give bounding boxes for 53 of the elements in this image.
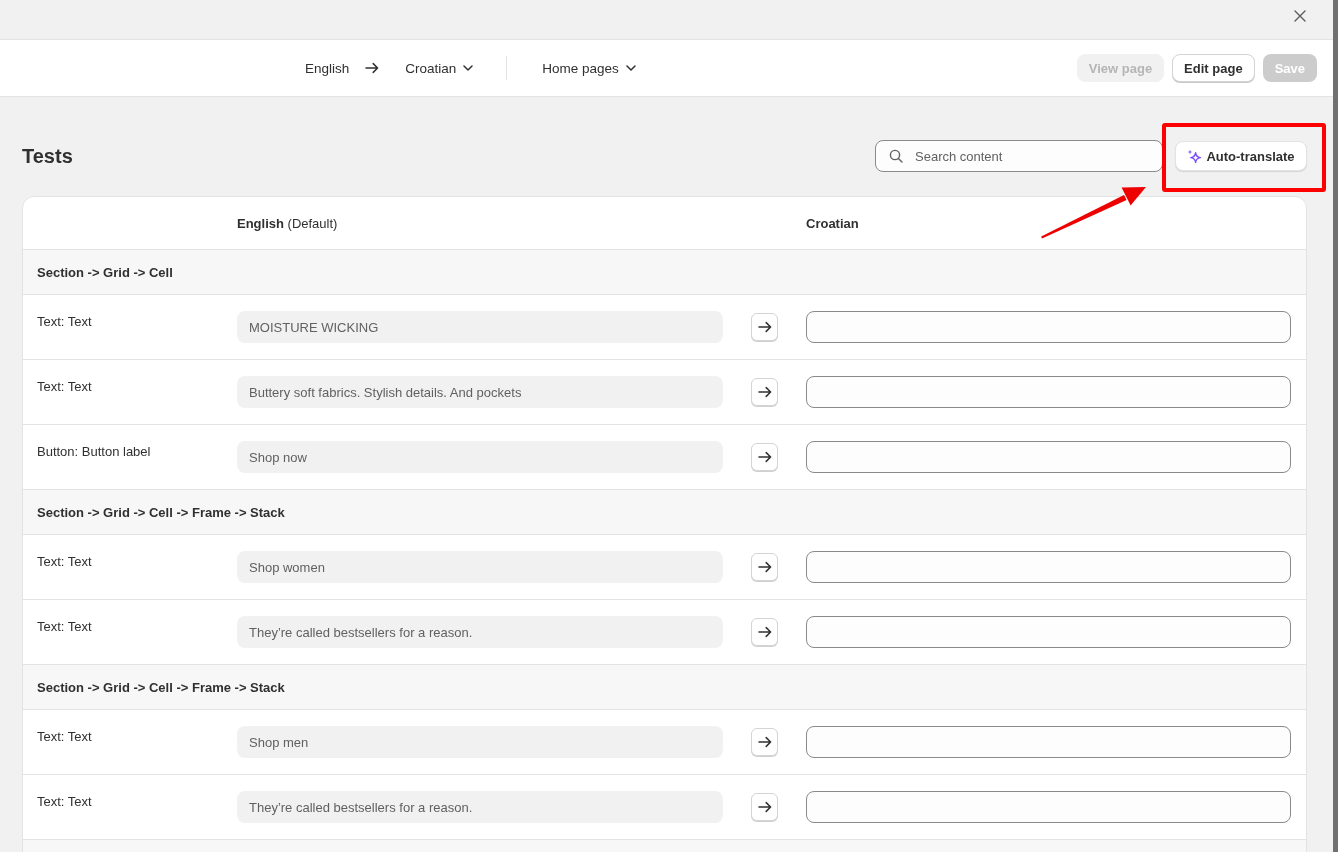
search-field[interactable]: Search content [875,140,1163,172]
column-header: English (Default) [237,215,339,231]
field-label: Text: Text [37,553,92,569]
section-title: Section -> Grid -> Cell -> Frame -> Stack [37,679,285,695]
search-icon [889,149,903,163]
source-field: Buttery soft fabrics. Stylish details. And pockets [237,376,723,408]
arrow-button[interactable] [751,793,778,821]
column-header: Croatian [806,215,860,231]
arrow-button[interactable] [751,618,778,646]
arrow-button[interactable] [751,313,778,341]
language-dropdown[interactable]: Croatian [405,60,474,76]
field-label: Text: Text [37,793,92,809]
arrow-right-icon [757,735,772,749]
translation-input[interactable] [806,441,1291,473]
arrow-button[interactable] [751,728,778,756]
source-field: Shop now [237,441,723,473]
translation-input[interactable] [806,551,1291,583]
field-label: Text: Text [37,378,92,394]
section-title: Section -> Grid -> Cell -> Frame -> Stack [37,504,285,520]
resource-dropdown[interactable]: Home pages [542,60,636,76]
sparkle-icon [1187,149,1202,163]
arrow-button[interactable] [751,443,778,471]
source-language: English [305,60,350,76]
field-label: Text: Text [37,313,92,329]
field-label: Text: Text [37,728,92,744]
arrow-right-icon [757,800,772,814]
source-field: MOISTURE WICKING [237,311,723,343]
field-label: Text: Text [37,618,92,634]
translation-input[interactable] [806,311,1291,343]
arrow-right-icon [757,450,772,464]
arrow-button[interactable] [751,378,778,406]
translation-input[interactable] [806,726,1291,758]
translation-input[interactable] [806,616,1291,648]
source-field: Shop women [237,551,723,583]
arrow-right-icon [757,385,772,399]
chevron-down-icon [463,65,474,71]
section-title: Section -> Grid -> Cell [37,264,173,280]
source-field: Shop men [237,726,723,758]
source-field: They’re called bestsellers for a reason. [237,791,723,823]
translation-input[interactable] [806,376,1291,408]
arrow-right-icon [757,320,772,334]
arrow-button[interactable] [751,553,778,581]
source-field: They’re called bestsellers for a reason. [237,616,723,648]
page-title: Tests [22,144,74,168]
arrow-right-icon [757,560,772,574]
page-button[interactable]: Edit page [1172,54,1255,82]
translation-input[interactable] [806,791,1291,823]
arrow-right-icon [757,625,772,639]
chevron-down-icon [625,65,636,71]
field-label: Button: Button label [37,443,151,459]
auto-translate-button[interactable]: Auto-translate [1175,141,1307,171]
close-icon [1294,10,1306,22]
arrow-right-icon [365,61,380,75]
